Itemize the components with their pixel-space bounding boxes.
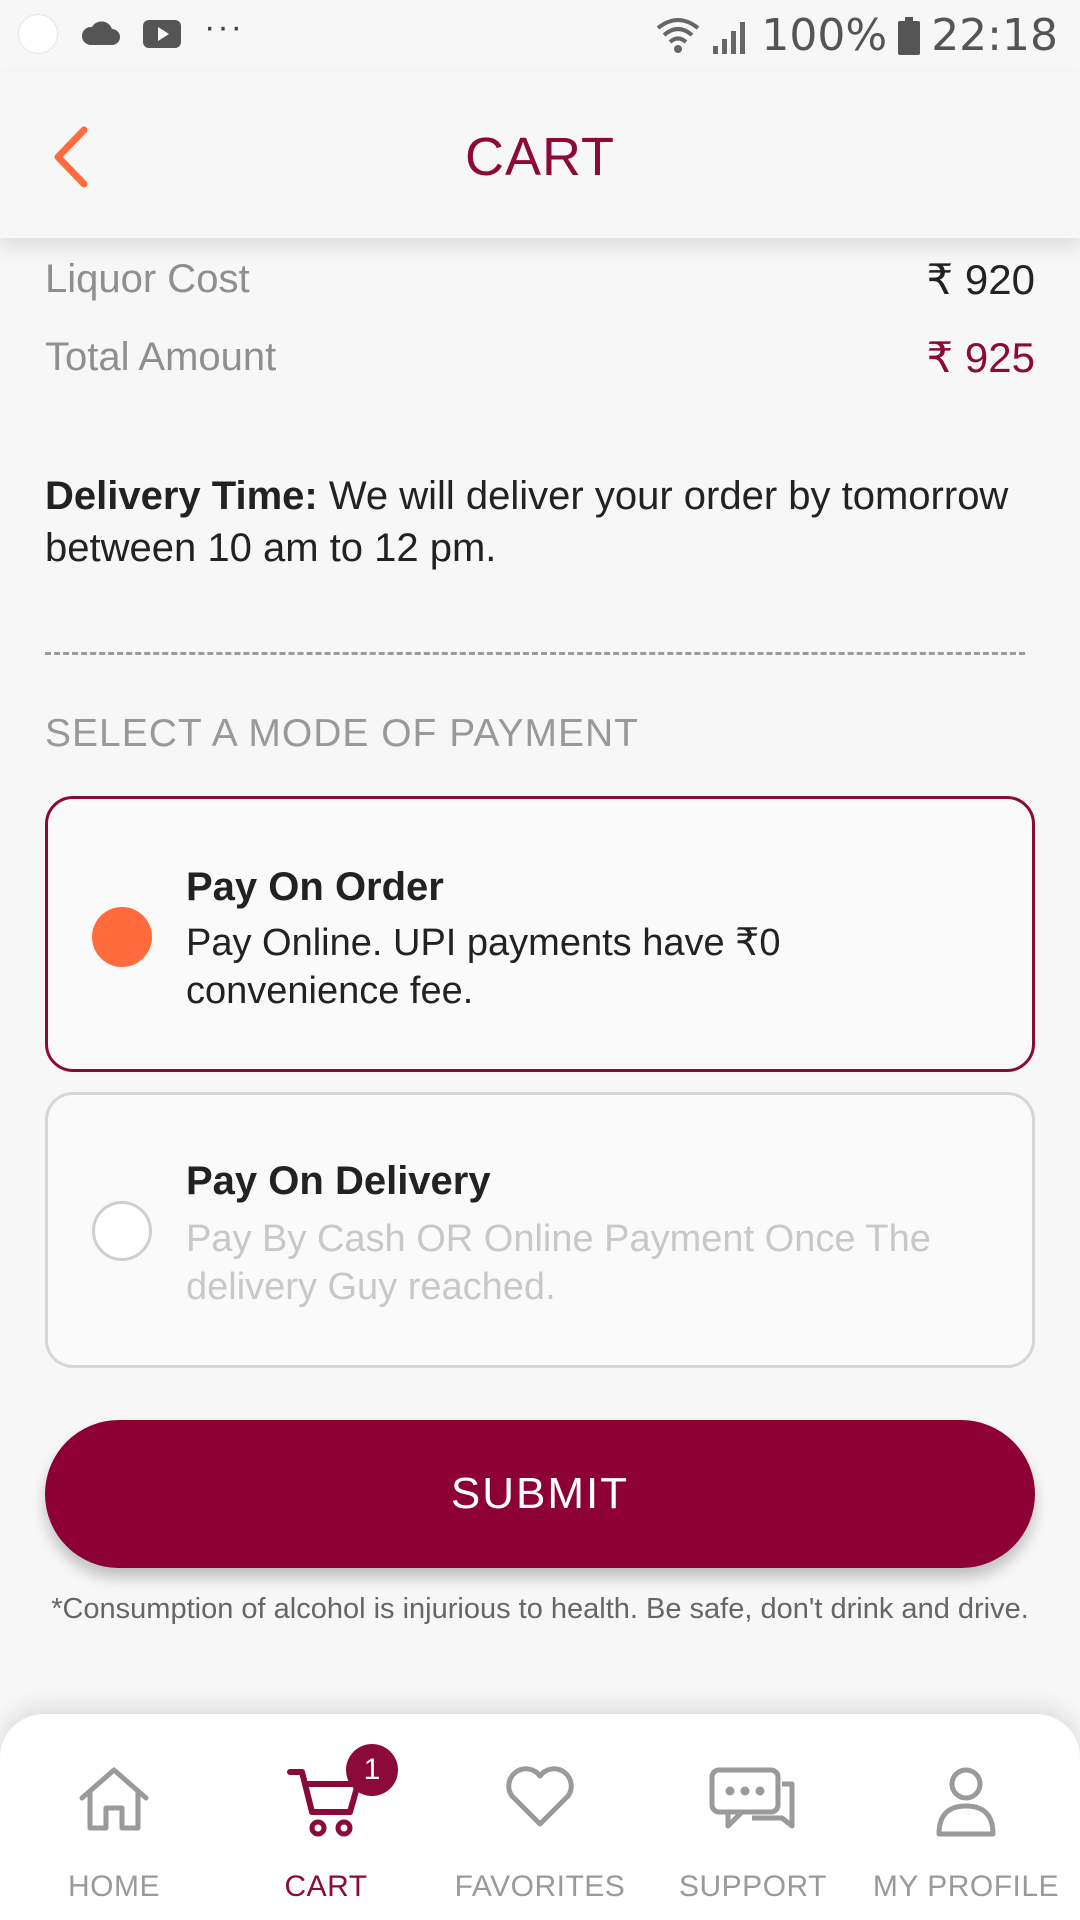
radio-unselected-icon[interactable]	[92, 1201, 152, 1261]
battery-icon	[897, 16, 921, 56]
status-right: 100% 22:18	[655, 10, 1058, 62]
payment-option-pay-on-delivery[interactable]: Pay On Delivery Pay By Cash OR Online Pa…	[45, 1092, 1035, 1368]
app-header: CART	[0, 72, 1080, 238]
nav-label-home: HOME	[68, 1870, 160, 1903]
battery-percent: 100%	[761, 10, 888, 61]
home-icon	[79, 1767, 149, 1831]
total-amount-label: Total Amount	[45, 335, 277, 379]
delivery-time-label: Delivery Time:	[45, 474, 318, 518]
payment-option-description: Pay Online. UPI payments have ₹0 conveni…	[186, 922, 781, 1012]
alcohol-disclaimer: *Consumption of alcohol is injurious to …	[51, 1593, 1029, 1625]
dashed-divider	[45, 652, 1025, 655]
user-icon	[936, 1767, 996, 1837]
payment-option-pay-on-order[interactable]: Pay On Order Pay Online. UPI payments ha…	[45, 796, 1035, 1072]
chat-icon	[709, 1767, 795, 1829]
payment-mode-heading: SELECT A MODE OF PAYMENT	[45, 712, 639, 755]
more-dots-icon: ···	[204, 8, 244, 46]
total-amount-row: Total Amount ₹ 925	[45, 333, 1035, 382]
cloud-icon	[80, 21, 120, 47]
status-time: 22:18	[931, 10, 1058, 61]
page-title: CART	[464, 127, 616, 187]
nav-label-cart: CART	[284, 1870, 368, 1903]
heart-icon	[506, 1766, 574, 1827]
delivery-time-info: Delivery Time: We will deliver your orde…	[45, 470, 1035, 574]
submit-button[interactable]: SUBMIT	[45, 1420, 1035, 1568]
nav-item-favorites[interactable]: FAVORITES	[432, 1714, 648, 1920]
status-bar: ··· 100% 22:18	[0, 0, 1080, 72]
nav-item-cart[interactable]: 1 CART	[218, 1714, 434, 1920]
cart-count-badge: 1	[346, 1744, 398, 1796]
liquor-cost-row: Liquor Cost ₹ 920	[45, 255, 1035, 304]
status-left-icons: ···	[18, 10, 244, 54]
payment-option-title: Pay On Delivery	[186, 1159, 491, 1203]
payment-option-description: Pay By Cash OR Online Payment Once The d…	[186, 1218, 931, 1308]
signal-icon	[711, 16, 751, 56]
liquor-cost-label: Liquor Cost	[45, 257, 250, 301]
nav-item-my-profile[interactable]: MY PROFILE	[858, 1714, 1074, 1920]
nav-label-my-profile: MY PROFILE	[872, 1870, 1060, 1903]
notification-dot-icon	[18, 14, 58, 54]
liquor-cost-value: ₹ 920	[926, 256, 1035, 303]
payment-option-title: Pay On Order	[186, 865, 444, 909]
wifi-icon	[655, 16, 701, 56]
total-amount-value: ₹ 925	[926, 334, 1035, 381]
bottom-nav: HOME 1 CART FAVORITES SUPPORT MY PROFILE	[0, 1714, 1080, 1920]
nav-item-support[interactable]: SUPPORT	[645, 1714, 861, 1920]
nav-label-support: SUPPORT	[679, 1870, 827, 1903]
nav-item-home[interactable]: HOME	[6, 1714, 222, 1920]
youtube-icon	[142, 19, 182, 49]
radio-selected-icon[interactable]	[92, 907, 152, 967]
nav-label-favorites: FAVORITES	[454, 1870, 626, 1903]
submit-label: SUBMIT	[450, 1469, 630, 1518]
